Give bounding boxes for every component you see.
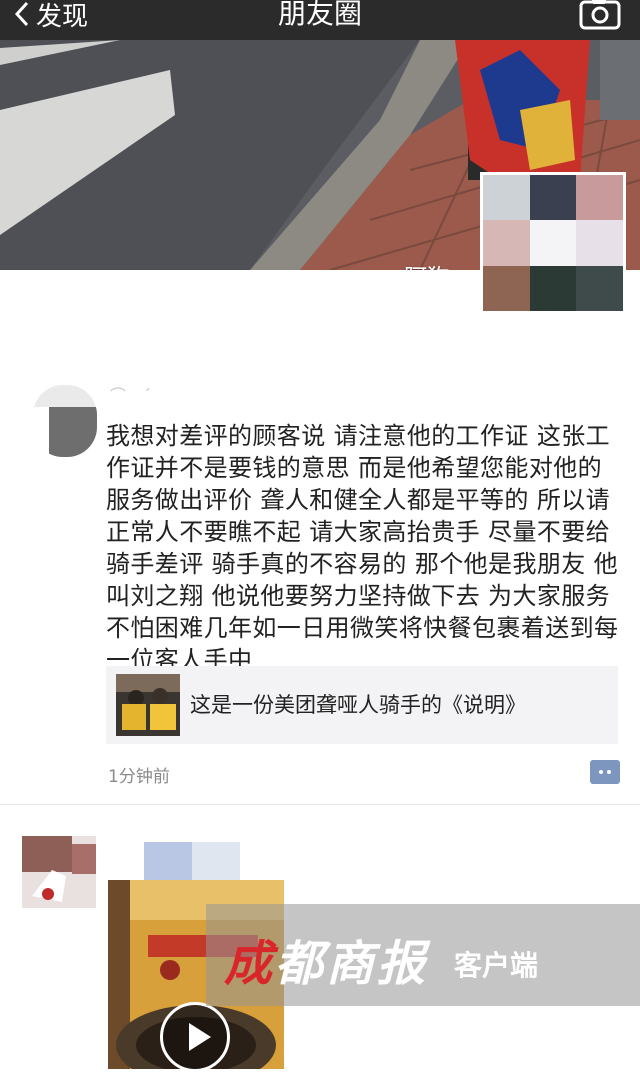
avatar-image [22,836,96,908]
camera-icon[interactable] [578,0,622,30]
watermark-brand: 成都商报 [224,936,429,992]
link-thumbnail [116,674,180,736]
divider [0,804,640,805]
play-icon[interactable] [160,1002,230,1072]
post-timestamp: 1分钟前 [108,767,170,787]
shared-link-card[interactable]: 这是一份美团聋哑人骑手的《说明》 [106,666,618,744]
own-avatar[interactable] [480,172,626,314]
post-text: 我想对差评的顾客说 请注意他的工作证 这张工作证并不是要钱的意思 而是他希望您能… [106,422,619,674]
avatar[interactable] [33,385,97,457]
watermark-subtitle: 客户端 [454,949,539,982]
navbar: 发现 朋友圈 [0,0,640,40]
page-title: 朋友圈 [277,0,362,30]
shared-link-title: 这是一份美团聋哑人骑手的《说明》 [190,693,526,717]
avatar[interactable] [22,836,96,908]
cover-username: 阿狗 [404,258,450,270]
username-blurred[interactable] [144,842,240,880]
comment-dots-icon[interactable] [590,760,620,784]
username-blurred[interactable]: ⌒ ˊ [110,382,170,405]
watermark: 成都商报 客户端 [206,904,640,1006]
